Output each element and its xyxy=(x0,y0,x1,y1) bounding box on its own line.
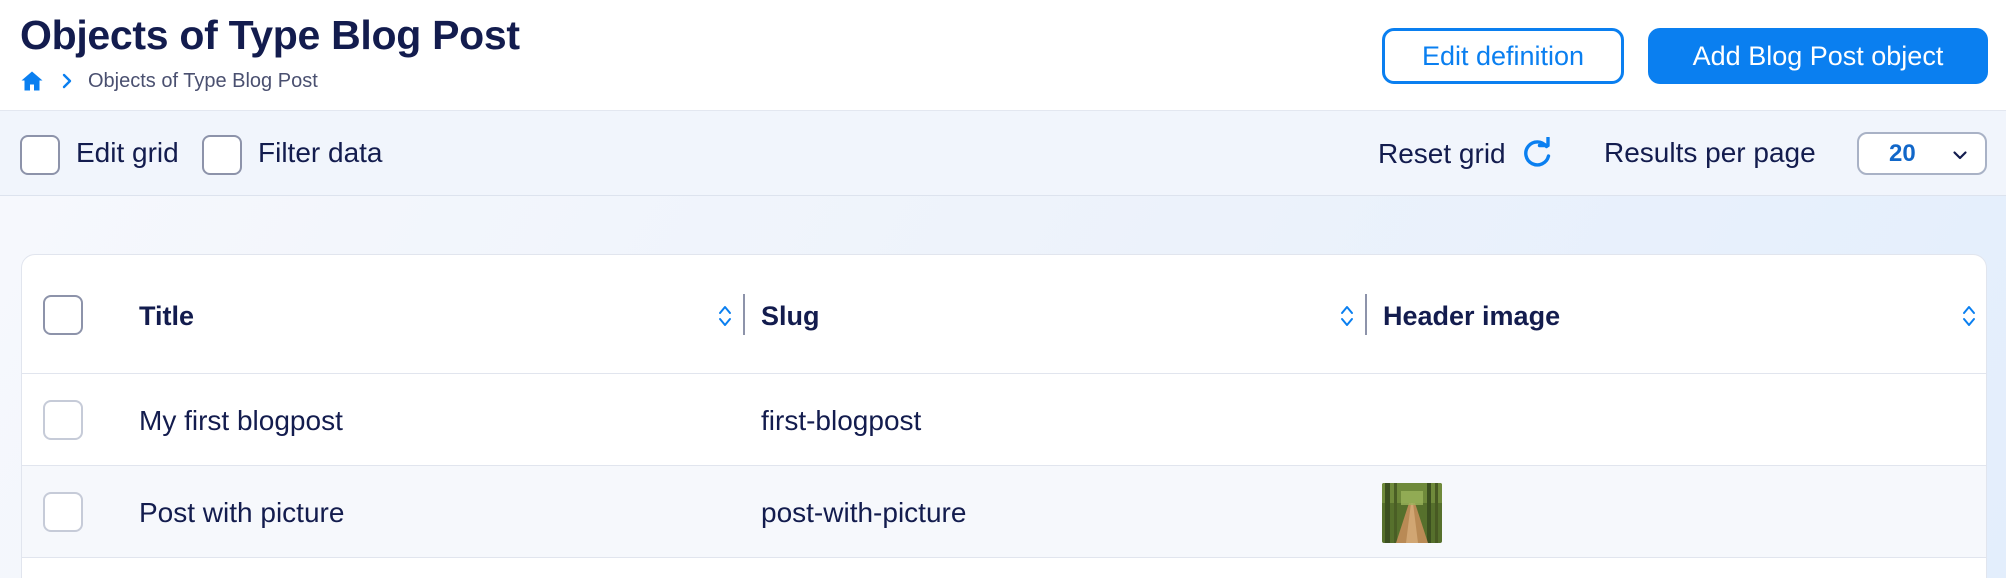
edit-grid-checkbox[interactable] xyxy=(20,135,60,175)
filter-data-label[interactable]: Filter data xyxy=(258,137,383,169)
chevron-right-icon xyxy=(62,73,72,89)
header-image-thumbnail[interactable] xyxy=(1382,483,1442,543)
column-header-slug[interactable]: Slug xyxy=(761,301,820,332)
column-resize-handle[interactable] xyxy=(743,294,745,335)
chevron-down-icon xyxy=(1953,151,1967,160)
grid-header-row: Title Slug Header image xyxy=(22,255,1986,374)
page-header: Objects of Type Blog Post Objects of Typ… xyxy=(0,0,2006,111)
cell-slug: post-with-picture xyxy=(761,497,967,528)
cell-title: Post with picture xyxy=(139,497,345,528)
column-header-header-image[interactable]: Header image xyxy=(1383,301,1560,332)
edit-grid-label[interactable]: Edit grid xyxy=(76,137,179,169)
page-title: Objects of Type Blog Post xyxy=(20,12,520,58)
home-icon[interactable] xyxy=(20,69,44,93)
grid-toolbar: Edit grid Filter data Reset grid Results… xyxy=(0,111,2006,196)
select-all-checkbox[interactable] xyxy=(43,295,83,335)
sort-icon[interactable] xyxy=(1339,301,1355,331)
breadcrumb-current[interactable]: Objects of Type Blog Post xyxy=(88,70,318,93)
row-checkbox[interactable] xyxy=(43,400,83,440)
reset-grid-button[interactable]: Reset grid xyxy=(1378,133,1554,175)
edit-definition-button[interactable]: Edit definition xyxy=(1382,28,1624,84)
reset-grid-label: Reset grid xyxy=(1378,138,1506,169)
row-checkbox[interactable] xyxy=(43,492,83,532)
results-per-page-value: 20 xyxy=(1889,140,1916,167)
table-row[interactable]: Post with picture post-with-picture xyxy=(22,466,1986,558)
cell-slug: first-blogpost xyxy=(761,405,922,436)
table-row[interactable]: My first blogpost first-blogpost xyxy=(22,374,1986,466)
breadcrumb: Objects of Type Blog Post xyxy=(20,68,318,94)
sort-icon[interactable] xyxy=(717,301,733,331)
filter-data-checkbox[interactable] xyxy=(202,135,242,175)
results-per-page-select[interactable]: 20 xyxy=(1857,132,1987,175)
add-blog-post-object-button[interactable]: Add Blog Post object xyxy=(1648,28,1988,84)
data-grid: Title Slug Header image My first blogpos… xyxy=(21,254,1987,578)
results-per-page-label: Results per page xyxy=(1604,137,1816,168)
refresh-icon xyxy=(1523,137,1550,167)
column-resize-handle[interactable] xyxy=(1365,294,1367,335)
cell-title: My first blogpost xyxy=(139,405,343,436)
sort-icon[interactable] xyxy=(1961,301,1977,331)
column-header-title[interactable]: Title xyxy=(139,301,194,332)
